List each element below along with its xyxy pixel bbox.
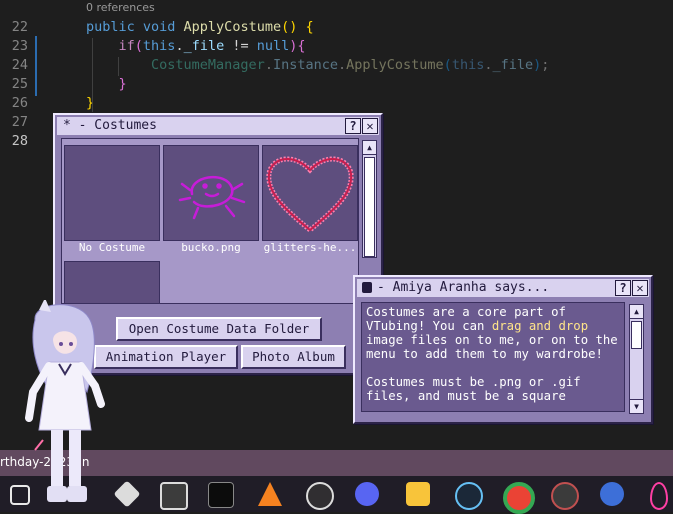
scroll-up-arrow-icon[interactable]: ▲ — [363, 141, 376, 155]
code-token: this — [142, 38, 176, 54]
code-text: if(this._file != null){ — [86, 37, 306, 56]
code-token: ( — [134, 38, 143, 54]
indent-guide — [118, 57, 119, 76]
code-token: ApplyCostume — [183, 19, 282, 35]
code-line[interactable]: 22 public void ApplyCostume() { — [0, 18, 673, 37]
speech-window: - Amiya Aranha says... ? ✕ Costumes are … — [353, 275, 653, 424]
steam-icon[interactable] — [455, 482, 483, 510]
code-token: this — [451, 57, 485, 73]
app-pink-icon[interactable] — [650, 482, 668, 510]
diff-gutter-marker — [35, 36, 37, 96]
costume-thumbnail — [163, 145, 259, 241]
vtuber-avatar[interactable] — [15, 300, 125, 512]
costume-thumbnail — [262, 145, 358, 241]
terminal-icon[interactable] — [208, 482, 234, 508]
code-token: null — [256, 38, 290, 54]
costume-label: glitters-he... — [263, 241, 357, 254]
costume-item-glitters-heart[interactable]: glitters-he... — [262, 145, 358, 261]
costume-grid: No Costume bucko.png glitters-he... — [61, 138, 359, 304]
code-token: void — [142, 19, 184, 35]
costumes-title: * - Costumes — [63, 118, 157, 133]
app-icon[interactable] — [551, 482, 579, 510]
code-token: public — [86, 19, 143, 35]
speech-textbox: Costumes are a core part of VTubing! You… — [361, 302, 625, 412]
costume-thumbnail — [64, 261, 160, 303]
line-number: 28 — [11, 133, 28, 149]
discord-icon[interactable] — [355, 482, 379, 506]
line-number: 27 — [11, 114, 28, 130]
speech-title: - Amiya Aranha says... — [377, 280, 550, 295]
speech-titlebar[interactable]: - Amiya Aranha says... ? ✕ — [357, 279, 649, 297]
costume-item[interactable] — [64, 261, 160, 303]
scroll-up-arrow-icon[interactable]: ▲ — [630, 305, 643, 319]
obs-icon[interactable] — [306, 482, 334, 510]
codelens-references[interactable]: 0 references — [86, 1, 155, 14]
code-line[interactable]: 24 CostumeManager.Instance.ApplyCostume(… — [0, 56, 673, 75]
close-button[interactable]: ✕ — [362, 118, 378, 134]
vlc-icon[interactable] — [258, 482, 282, 506]
costume-label: No Costume — [78, 241, 146, 254]
costume-item-no-costume[interactable]: No Costume — [64, 145, 160, 261]
code-token: . — [264, 57, 273, 73]
file-explorer-icon[interactable] — [406, 482, 430, 506]
costumes-titlebar[interactable]: * - Costumes ? ✕ — [57, 117, 379, 135]
code-token: _file — [183, 38, 225, 54]
help-button[interactable]: ? — [345, 118, 361, 134]
open-costume-data-folder-button[interactable]: Open Costume Data Folder — [116, 317, 322, 341]
code-token: ( — [443, 57, 452, 73]
speech-scrollbar[interactable]: ▲ ▼ — [629, 304, 644, 414]
code-token: Instance — [272, 57, 338, 73]
app-swirl-icon[interactable] — [600, 482, 624, 506]
code-token: != — [224, 38, 257, 54]
speech-text-part: Costumes must be .png or .gif files, and… — [366, 375, 589, 403]
speech-highlight: drag and drop — [491, 319, 589, 333]
code-token: . — [175, 38, 184, 54]
glitter-heart-image — [266, 156, 354, 234]
code-token: { — [297, 38, 306, 54]
code-text: CostumeManager.Instance.ApplyCostume(thi… — [86, 56, 549, 75]
code-text: public void ApplyCostume() { — [86, 18, 314, 37]
photo-album-button[interactable]: Photo Album — [241, 345, 346, 369]
costume-thumbnail — [64, 145, 160, 241]
costume-label: bucko.png — [181, 241, 241, 254]
code-line[interactable]: 26} — [0, 94, 673, 113]
scroll-thumb[interactable] — [364, 157, 375, 257]
code-token: () — [281, 19, 306, 35]
code-line[interactable]: 23 if(this._file != null){ — [0, 37, 673, 56]
line-number: 25 — [11, 76, 28, 92]
scroll-down-arrow-icon[interactable]: ▼ — [630, 399, 643, 413]
indent-guide — [92, 38, 93, 112]
speech-text: Costumes are a core part of VTubing! You… — [366, 305, 624, 403]
costume-item-bucko[interactable]: bucko.png — [163, 145, 259, 261]
code-token: if — [86, 38, 135, 54]
line-number: 22 — [11, 19, 28, 35]
close-button[interactable]: ✕ — [632, 280, 648, 296]
chat-icon — [362, 282, 372, 293]
code-token: ; — [541, 57, 550, 73]
code-token: . — [337, 57, 347, 73]
scroll-thumb[interactable] — [631, 321, 642, 349]
code-token: CostumeManager — [86, 57, 265, 73]
bucko-drawing — [178, 175, 246, 220]
chrome-icon[interactable] — [503, 482, 535, 514]
unity-hub-icon[interactable] — [160, 482, 188, 510]
code-token: { — [305, 19, 314, 35]
code-line[interactable]: 25 } — [0, 75, 673, 94]
line-number: 26 — [11, 95, 28, 111]
line-number: 23 — [11, 38, 28, 54]
code-token: ApplyCostume — [346, 57, 444, 73]
line-number: 24 — [11, 57, 28, 73]
code-token: _file — [492, 57, 534, 73]
costumes-scrollbar[interactable]: ▲ — [362, 140, 377, 258]
help-button[interactable]: ? — [615, 280, 631, 296]
